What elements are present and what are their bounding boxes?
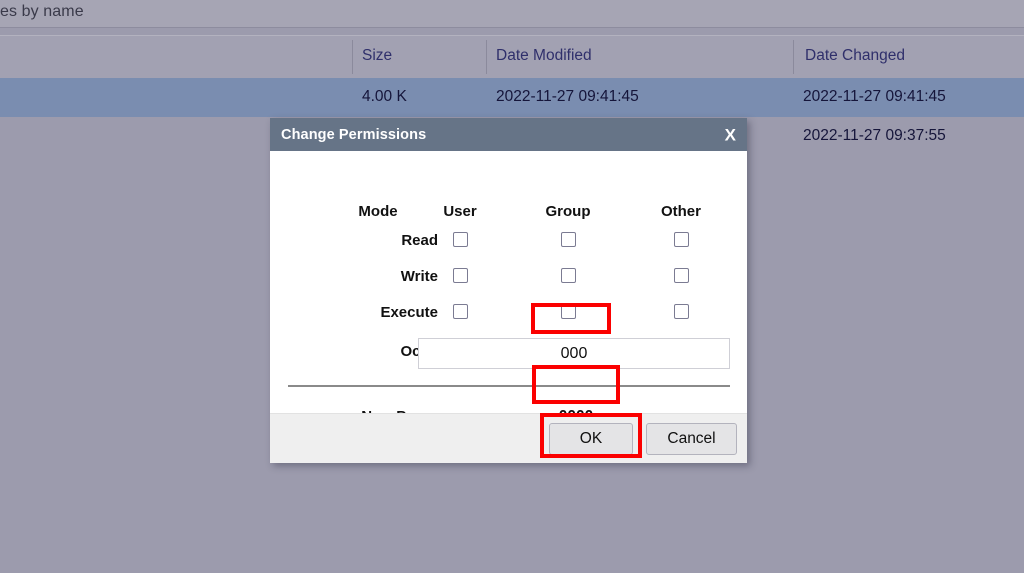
dialog-title: Change Permissions <box>281 126 427 143</box>
close-icon[interactable]: X <box>725 126 736 143</box>
column-header-date-modified[interactable]: Date Modified <box>496 47 592 65</box>
ok-button[interactable]: OK <box>549 423 633 455</box>
matrix-label-read: Read <box>401 232 438 249</box>
cell-date-modified: 2022-11-27 09:41:45 <box>496 88 639 105</box>
checkbox-write-user[interactable] <box>453 268 468 283</box>
matrix-header-other: Other <box>660 203 701 220</box>
column-divider <box>793 40 794 74</box>
checkbox-execute-group[interactable] <box>561 304 576 319</box>
matrix-header-user: User <box>443 203 477 220</box>
table-row[interactable]: 4.00 K 2022-11-27 09:41:45 2022-11-27 09… <box>0 78 1024 117</box>
checkbox-execute-user[interactable] <box>453 304 468 319</box>
section-divider <box>288 385 730 387</box>
cell-size: 4.00 K <box>362 88 407 105</box>
checkbox-write-other[interactable] <box>674 268 689 283</box>
checkbox-read-other[interactable] <box>674 232 689 247</box>
toolbar-strip: es by name <box>0 0 1024 28</box>
column-divider <box>352 40 353 74</box>
checkbox-read-user[interactable] <box>453 232 468 247</box>
change-permissions-dialog: Change Permissions X Mode User Group Oth… <box>270 118 747 463</box>
checkbox-execute-other[interactable] <box>674 304 689 319</box>
dialog-body: Mode User Group Other Read Write Execute… <box>270 151 747 425</box>
dialog-titlebar[interactable]: Change Permissions X <box>270 118 747 151</box>
checkbox-read-group[interactable] <box>561 232 576 247</box>
table-header-row: Size Date Modified Date Changed <box>0 35 1024 79</box>
cell-date-changed: 2022-11-27 09:37:55 <box>803 127 946 144</box>
matrix-label-execute: Execute <box>380 304 438 321</box>
column-divider <box>486 40 487 74</box>
matrix-header-group: Group <box>545 203 591 220</box>
column-header-date-changed[interactable]: Date Changed <box>805 47 905 65</box>
cell-date-changed: 2022-11-27 09:41:45 <box>803 88 946 105</box>
octal-input[interactable] <box>418 338 730 369</box>
column-header-size[interactable]: Size <box>362 47 392 65</box>
sort-by-name-label: es by name <box>0 3 84 20</box>
cancel-button[interactable]: Cancel <box>646 423 737 455</box>
checkbox-write-group[interactable] <box>561 268 576 283</box>
dialog-footer: OK Cancel <box>270 413 747 463</box>
matrix-label-write: Write <box>400 268 438 285</box>
